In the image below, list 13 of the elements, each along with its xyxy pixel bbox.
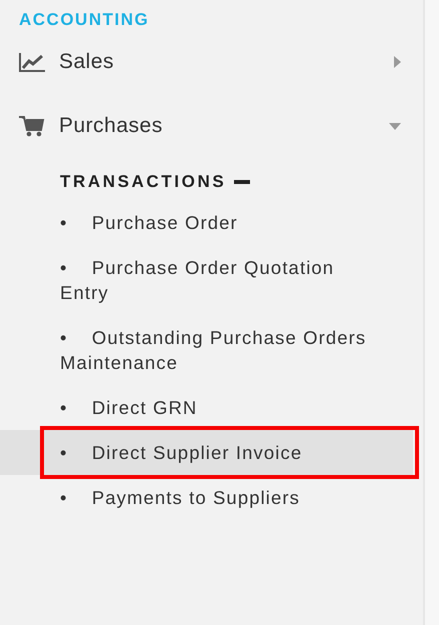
submenu-item[interactable]: • Outstanding Purchase Orders Maintenance	[0, 315, 413, 385]
cart-icon	[18, 115, 46, 137]
submenu-item[interactable]: • Purchase Order	[0, 200, 413, 245]
menu-item[interactable]: Sales	[59, 50, 114, 74]
submenu-item[interactable]: • Direct GRN	[0, 385, 413, 430]
chart-icon	[18, 51, 46, 73]
group-heading: TRANSACTIONS	[60, 172, 226, 192]
caret-icon[interactable]	[394, 56, 401, 68]
submenu-item[interactable]: • Purchase Order Quotation Entry	[0, 245, 413, 315]
section-title: ACCOUNTING	[19, 10, 150, 30]
caret-icon[interactable]	[389, 122, 401, 130]
menu-item[interactable]: Purchases	[59, 114, 163, 138]
submenu-item[interactable]: • Payments to Suppliers	[0, 475, 413, 520]
